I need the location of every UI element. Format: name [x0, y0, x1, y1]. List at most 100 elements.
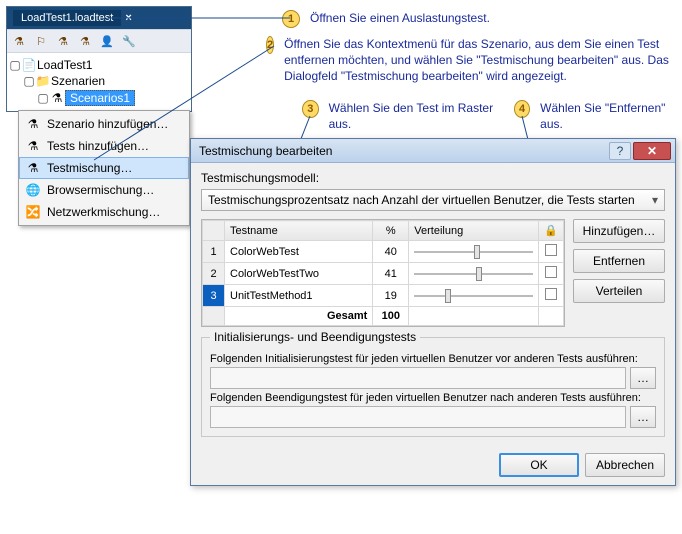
tree-selected-label: Scenarios1: [65, 90, 135, 106]
menu-network-mix[interactable]: 🔀 Netzwerkmischung…: [19, 201, 189, 223]
ok-button[interactable]: OK: [499, 453, 579, 477]
row-distribution[interactable]: [409, 263, 539, 285]
chevron-down-icon: ▾: [652, 193, 658, 207]
scenario-icon: ⚗: [25, 116, 41, 132]
menu-label: Browsermischung…: [47, 183, 154, 197]
toolbar-icon-user[interactable]: 👤: [99, 33, 115, 49]
close-tab-icon[interactable]: ×: [125, 12, 131, 24]
ok-label: OK: [530, 458, 547, 472]
toolbar-icon-run[interactable]: ⚐: [33, 33, 49, 49]
row-lock[interactable]: [539, 263, 564, 285]
end-test-field[interactable]: [210, 406, 626, 428]
grid-side-buttons: Hinzufügen… Entfernen Verteilen: [573, 219, 665, 327]
end-label: Folgenden Beendigungstest für jeden virt…: [210, 392, 656, 404]
cancel-button[interactable]: Abbrechen: [585, 453, 665, 477]
init-terminate-fieldset: Initialisierungs- und Beendigungstests F…: [201, 337, 665, 437]
menu-label: Netzwerkmischung…: [47, 205, 160, 219]
tree-root-label: LoadTest1: [37, 58, 92, 72]
model-label: Testmischungsmodell:: [201, 171, 665, 185]
panel-toolbar: ⚗ ⚐ ⚗ ⚗ 👤 🔧: [7, 29, 191, 53]
col-index: [203, 221, 225, 241]
row-testname: ColorWebTestTwo: [225, 263, 373, 285]
checkbox-icon[interactable]: [545, 266, 557, 278]
scenario-context-menu: ⚗ Szenario hinzufügen… ⚗ Tests hinzufüge…: [18, 110, 190, 226]
table-row[interactable]: 1ColorWebTest40: [203, 241, 564, 263]
test-mix-grid[interactable]: Testname % Verteilung 🔒 1ColorWebTest402…: [201, 219, 565, 327]
network-icon: 🔀: [25, 204, 41, 220]
testmix-icon: ⚗: [25, 160, 41, 176]
col-percent[interactable]: %: [373, 221, 409, 241]
init-label: Folgenden Initialisierungstest für jeden…: [210, 353, 656, 365]
menu-test-mix[interactable]: ⚗ Testmischung…: [19, 157, 189, 179]
tree-root[interactable]: ▢📄 LoadTest1: [9, 57, 189, 73]
document-tab[interactable]: LoadTest1.loadtest: [13, 10, 121, 26]
callout-number-3: 3: [302, 100, 319, 118]
callout-1: 1 Öffnen Sie einen Auslastungstest.: [282, 10, 662, 28]
row-percent[interactable]: 40: [373, 241, 409, 263]
totals-label: Gesamt: [225, 307, 373, 326]
distribute-button-label: Verteilen: [596, 284, 643, 298]
browser-icon: 🌐: [25, 182, 41, 198]
table-row[interactable]: 3UnitTestMethod119: [203, 285, 564, 307]
tree-group-label: Szenarien: [51, 74, 105, 88]
add-button[interactable]: Hinzufügen…: [573, 219, 665, 243]
toolbar-icon-tool[interactable]: 🔧: [121, 33, 137, 49]
row-lock[interactable]: [539, 285, 564, 307]
checkbox-icon[interactable]: [545, 244, 557, 256]
col-lock[interactable]: 🔒: [539, 221, 564, 241]
toolbar-icon-results[interactable]: ⚗: [77, 33, 93, 49]
row-index: 3: [203, 285, 225, 307]
panel-tabstrip: LoadTest1.loadtest ×: [7, 7, 191, 29]
callout-4: 4 Wählen Sie "Entfernen" aus.: [514, 100, 674, 132]
menu-add-tests[interactable]: ⚗ Tests hinzufügen…: [19, 135, 189, 157]
dialog-titlebar[interactable]: Testmischung bearbeiten ? ✕: [191, 139, 675, 163]
row-testname: ColorWebTest: [225, 241, 373, 263]
tests-icon: ⚗: [25, 138, 41, 154]
totals-value: 100: [373, 307, 409, 326]
grid-header-row: Testname % Verteilung 🔒: [203, 221, 564, 241]
tree-group[interactable]: ▢📁 Szenarien: [9, 73, 189, 89]
row-distribution[interactable]: [409, 285, 539, 307]
toolbar-icon-flask[interactable]: ⚗: [55, 33, 71, 49]
menu-add-scenario[interactable]: ⚗ Szenario hinzufügen…: [19, 113, 189, 135]
totals-row: Gesamt 100: [203, 307, 564, 326]
callout-4-text: Wählen Sie "Entfernen" aus.: [540, 100, 674, 132]
ellipsis-label: …: [637, 410, 649, 424]
callout-number-2: 2: [266, 36, 274, 54]
checkbox-icon[interactable]: [545, 288, 557, 300]
help-button[interactable]: ?: [609, 142, 631, 160]
table-row[interactable]: 2ColorWebTestTwo41: [203, 263, 564, 285]
end-browse-button[interactable]: …: [630, 406, 656, 428]
cancel-label: Abbrechen: [596, 458, 654, 472]
col-testname[interactable]: Testname: [225, 221, 373, 241]
model-combo[interactable]: Testmischungsprozentsatz nach Anzahl der…: [201, 189, 665, 211]
distribute-button[interactable]: Verteilen: [573, 279, 665, 303]
row-testname: UnitTestMethod1: [225, 285, 373, 307]
remove-button[interactable]: Entfernen: [573, 249, 665, 273]
tree-selected[interactable]: ▢⚗ Scenarios1: [9, 89, 189, 107]
tab-title: LoadTest1.loadtest: [21, 12, 113, 24]
col-distribution[interactable]: Verteilung: [409, 221, 539, 241]
callout-3: 3 Wählen Sie den Test im Raster aus.: [302, 100, 502, 132]
model-value: Testmischungsprozentsatz nach Anzahl der…: [208, 193, 635, 207]
row-percent[interactable]: 19: [373, 285, 409, 307]
load-test-panel: LoadTest1.loadtest × ⚗ ⚐ ⚗ ⚗ 👤 🔧 ▢📄 Load…: [6, 6, 192, 112]
init-browse-button[interactable]: …: [630, 367, 656, 389]
menu-browser-mix[interactable]: 🌐 Browsermischung…: [19, 179, 189, 201]
row-index: 1: [203, 241, 225, 263]
close-button[interactable]: ✕: [633, 142, 671, 160]
dialog-body: Testmischungsmodell: Testmischungsprozen…: [191, 163, 675, 445]
menu-label: Tests hinzufügen…: [47, 139, 149, 153]
callout-1-text: Öffnen Sie einen Auslastungstest.: [310, 10, 490, 26]
row-index: 2: [203, 263, 225, 285]
row-distribution[interactable]: [409, 241, 539, 263]
row-lock[interactable]: [539, 241, 564, 263]
remove-button-label: Entfernen: [593, 254, 645, 268]
fieldset-legend: Initialisierungs- und Beendigungstests: [210, 330, 420, 344]
menu-label: Szenario hinzufügen…: [47, 117, 168, 131]
toolbar-icon-new[interactable]: ⚗: [11, 33, 27, 49]
ellipsis-label: …: [637, 371, 649, 385]
row-percent[interactable]: 41: [373, 263, 409, 285]
init-test-field[interactable]: [210, 367, 626, 389]
callout-2-text: Öffnen Sie das Kontextmenü für das Szena…: [284, 36, 676, 85]
